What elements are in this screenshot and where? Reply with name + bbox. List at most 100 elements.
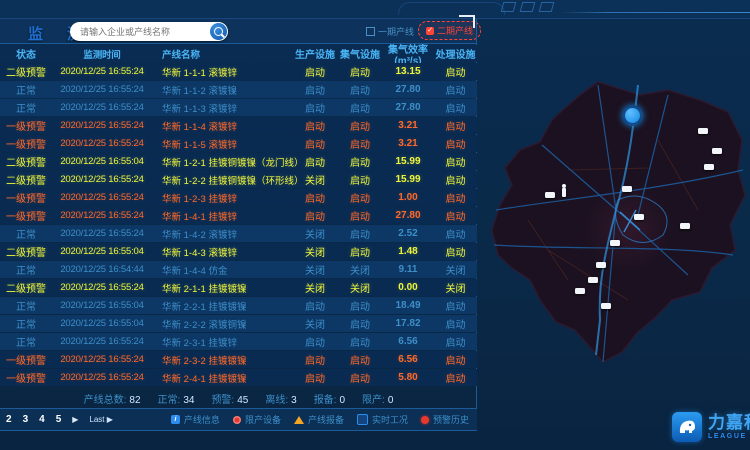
map-site-pin[interactable] xyxy=(622,186,632,192)
map-site-pin[interactable] xyxy=(596,262,606,268)
stat-item: 报备:0 xyxy=(314,391,345,406)
map-site-pin[interactable] xyxy=(634,214,644,220)
eff-cell: 15.99 xyxy=(382,156,434,167)
line-cell: 华新 2-3-1 挂镀锌 xyxy=(152,335,292,349)
time-cell: 2020/12/25 16:55:04 xyxy=(52,300,152,311)
treat-cell: 启动 xyxy=(434,64,477,79)
treat-cell: 启动 xyxy=(434,370,477,385)
bottom-toolbar: 2345 ▶ Last ▶ 产线信息限产设备 产线报备 实时工况预警历史 xyxy=(0,408,477,431)
prod-cell: 启动 xyxy=(292,190,338,205)
table-row[interactable]: 正常2020/12/25 16:55:04华新 2-2-2 滚镀铜镍关闭启动17… xyxy=(0,315,477,332)
map-site-pin[interactable] xyxy=(545,192,555,198)
time-cell: 2020/12/25 16:55:24 xyxy=(52,138,152,149)
limit-device-icon xyxy=(233,416,241,424)
last-page-button[interactable]: Last ▶ xyxy=(89,415,113,424)
eff-cell: 3.21 xyxy=(382,120,434,131)
table-row[interactable]: 正常2020/12/25 16:55:24华新 1-4-2 滚镀锌关闭启动2.5… xyxy=(0,225,477,242)
page-button[interactable]: 3 xyxy=(23,414,29,425)
gas-cell: 启动 xyxy=(338,118,382,133)
legend-item[interactable]: 预警历史 xyxy=(421,413,469,426)
filter-phase1-checkbox[interactable]: 一期产线 xyxy=(366,25,414,38)
treat-cell: 启动 xyxy=(434,316,477,331)
map-site-pin[interactable] xyxy=(704,164,714,170)
line-cell: 华新 2-3-2 挂镀镀镍 xyxy=(152,353,292,367)
legend-label: 实时工况 xyxy=(372,413,408,426)
table-row[interactable]: 正常2020/12/25 16:54:44华新 1-4-4 仿金关闭关闭9.11… xyxy=(0,261,477,278)
table-row[interactable]: 一级预警2020/12/25 16:55:24华新 1-1-4 滚镀锌启动启动3… xyxy=(0,117,477,134)
prod-cell: 关闭 xyxy=(292,262,338,277)
district-map[interactable] xyxy=(478,50,750,410)
eff-cell: 5.80 xyxy=(382,372,434,383)
gas-cell: 启动 xyxy=(338,82,382,97)
prod-cell: 关闭 xyxy=(292,280,338,295)
map-site-pin[interactable] xyxy=(698,128,708,134)
legend-label: 产线信息 xyxy=(184,413,220,426)
prod-cell: 启动 xyxy=(292,208,338,223)
page-button[interactable]: 5 xyxy=(56,414,62,425)
table-row[interactable]: 正常2020/12/25 16:55:24华新 1-1-2 滚镀镍启动启动27.… xyxy=(0,81,477,98)
status-cell: 一级预警 xyxy=(0,370,52,385)
table-row[interactable]: 二级预警2020/12/25 16:55:04华新 1-4-3 滚镀锌关闭启动1… xyxy=(0,243,477,260)
gas-cell: 启动 xyxy=(338,100,382,115)
legend-item[interactable]: 实时工况 xyxy=(357,413,408,426)
gas-cell: 启动 xyxy=(338,352,382,367)
top-decoration-bar xyxy=(0,0,750,18)
gas-cell: 启动 xyxy=(338,172,382,187)
time-cell: 2020/12/25 16:55:04 xyxy=(52,246,152,257)
map-site-pin[interactable] xyxy=(601,303,611,309)
table-row[interactable]: 一级预警2020/12/25 16:55:24华新 1-2-3 挂镀锌启动启动1… xyxy=(0,189,477,206)
status-cell: 正常 xyxy=(0,316,52,331)
page-button[interactable]: 4 xyxy=(39,414,45,425)
search-box xyxy=(70,22,228,41)
summary-stats-bar: 产线总数:82正常:34预警:45离线:3报备:0限产:0 xyxy=(0,391,477,406)
search-button[interactable] xyxy=(210,23,227,40)
legend-item[interactable]: 限产设备 xyxy=(233,413,281,426)
legend-item[interactable]: 产线信息 xyxy=(171,413,220,426)
time-cell: 2020/12/25 16:55:24 xyxy=(52,66,152,77)
table-body: 二级预警2020/12/25 16:55:24华新 1-1-1 滚镀锌启动启动1… xyxy=(0,63,477,387)
map-site-pin[interactable] xyxy=(712,148,722,154)
table-row[interactable]: 正常2020/12/25 16:55:04华新 2-2-1 挂镀镀镍启动启动18… xyxy=(0,297,477,314)
gas-cell: 启动 xyxy=(338,334,382,349)
next-page-button[interactable]: ▶ xyxy=(72,415,78,424)
stat-label: 限产: xyxy=(362,395,385,406)
eff-cell: 13.15 xyxy=(382,66,434,77)
table-row[interactable]: 二级预警2020/12/25 16:55:24华新 2-1-1 挂镀镀镍关闭关闭… xyxy=(0,279,477,296)
table-row[interactable]: 二级预警2020/12/25 16:55:24华新 1-1-1 滚镀锌启动启动1… xyxy=(0,63,477,80)
legend-label: 产线报备 xyxy=(308,413,344,426)
legend-item[interactable]: 产线报备 xyxy=(294,413,344,426)
page-button[interactable]: 2 xyxy=(6,414,12,425)
stat-item: 限产:0 xyxy=(362,391,393,406)
gas-cell: 启动 xyxy=(338,244,382,259)
map-device-marker[interactable] xyxy=(622,105,643,126)
table-row[interactable]: 正常2020/12/25 16:55:24华新 2-3-1 挂镀锌启动启动6.5… xyxy=(0,333,477,350)
table-row[interactable]: 一级预警2020/12/25 16:55:24华新 2-3-2 挂镀镀镍启动启动… xyxy=(0,351,477,368)
table-row[interactable]: 一级预警2020/12/25 16:55:24华新 1-1-5 滚镀锌启动启动3… xyxy=(0,135,477,152)
status-cell: 二级预警 xyxy=(0,244,52,259)
eff-cell: 3.21 xyxy=(382,138,434,149)
eff-cell: 9.11 xyxy=(382,264,434,275)
stat-item: 正常:34 xyxy=(158,391,195,406)
prod-cell: 启动 xyxy=(292,118,338,133)
map-site-pin[interactable] xyxy=(588,277,598,283)
map-site-pin[interactable] xyxy=(575,288,585,294)
status-cell: 二级预警 xyxy=(0,64,52,79)
search-input[interactable] xyxy=(78,23,208,41)
column-header: 状态 xyxy=(0,46,52,61)
gas-cell: 启动 xyxy=(338,64,382,79)
time-cell: 2020/12/25 16:55:24 xyxy=(52,102,152,113)
table-row[interactable]: 二级预警2020/12/25 16:55:04华新 1-2-1 挂镀铜镀镍（龙门… xyxy=(0,153,477,170)
elephant-logo-icon xyxy=(672,412,702,442)
time-cell: 2020/12/25 16:55:24 xyxy=(52,354,152,365)
stat-item: 产线总数:82 xyxy=(84,391,141,406)
info-icon xyxy=(171,415,180,424)
table-row[interactable]: 二级预警2020/12/25 16:55:24华新 1-2-2 挂镀铜镀镍（环形… xyxy=(0,171,477,188)
table-row[interactable]: 一级预警2020/12/25 16:55:24华新 2-4-1 挂镀镀镍启动启动… xyxy=(0,369,477,386)
map-site-pin[interactable] xyxy=(610,240,620,246)
table-row[interactable]: 正常2020/12/25 16:55:24华新 1-1-3 滚镀锌启动启动27.… xyxy=(0,99,477,116)
status-cell: 一级预警 xyxy=(0,118,52,133)
treat-cell: 启动 xyxy=(434,82,477,97)
table-row[interactable]: 一级预警2020/12/25 16:55:24华新 1-4-1 挂镀锌启动启动2… xyxy=(0,207,477,224)
map-person-pin[interactable] xyxy=(562,188,566,197)
map-site-pin[interactable] xyxy=(680,223,690,229)
